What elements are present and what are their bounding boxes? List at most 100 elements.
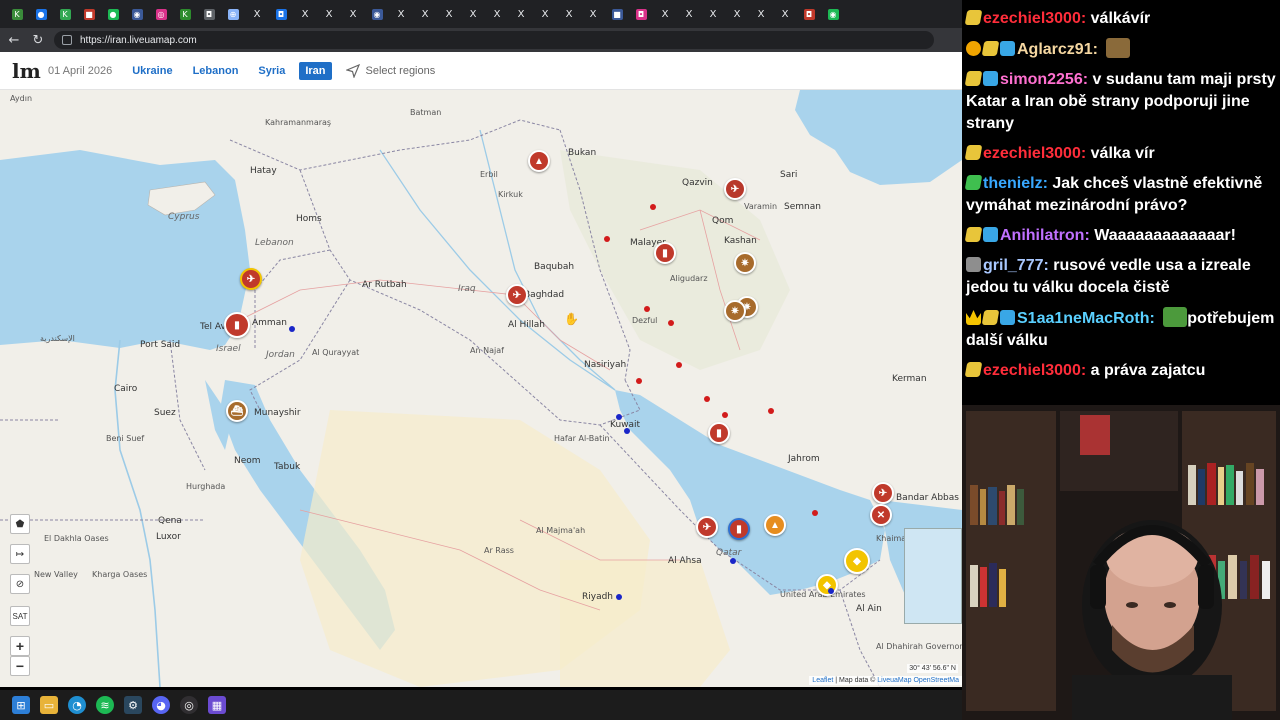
browser-tab[interactable]: X [318, 4, 340, 24]
event-dot[interactable] [768, 408, 774, 414]
chat-username[interactable]: ezechiel3000 [983, 145, 1081, 162]
one-badge-icon[interactable] [966, 41, 981, 56]
browser-tab[interactable]: ◘ [198, 4, 220, 24]
event-marker-alert[interactable]: ◆ [816, 574, 838, 596]
current-date[interactable]: 01 April 2026 [48, 65, 112, 77]
browser-tab[interactable]: X [438, 4, 460, 24]
browser-tab[interactable]: ◉ [126, 4, 148, 24]
attribution-leaflet[interactable]: Leaflet [812, 677, 833, 684]
browser-tab[interactable]: X [534, 4, 556, 24]
liveuamap-logo[interactable]: lm [12, 59, 42, 83]
cube-badge-icon[interactable] [1000, 310, 1015, 325]
chat-username[interactable]: simon2256 [1000, 71, 1083, 88]
browser-tab[interactable]: X [702, 4, 724, 24]
event-marker-drone[interactable]: ✕ [870, 504, 892, 526]
browser-tab[interactable]: K [54, 4, 76, 24]
nav-lebanon[interactable]: Lebanon [187, 62, 245, 80]
browser-tab[interactable]: ■ [78, 4, 100, 24]
cube-badge-icon[interactable] [983, 71, 998, 86]
browser-tab[interactable]: ● [102, 4, 124, 24]
browser-tab[interactable]: ◘ [630, 4, 652, 24]
gold-badge-icon[interactable] [964, 227, 983, 242]
browser-tab[interactable]: ■ [606, 4, 628, 24]
event-dot[interactable] [676, 362, 682, 368]
spotify-icon[interactable]: ≋ [96, 696, 114, 714]
zoom-in-button[interactable]: + [10, 636, 30, 656]
browser-tab[interactable]: ◘ [270, 4, 292, 24]
browser-tab[interactable]: X [774, 4, 796, 24]
nav-syria[interactable]: Syria [252, 62, 291, 80]
event-dot[interactable] [828, 588, 834, 594]
attribution-liveuamap[interactable]: LiveuaMap [877, 677, 911, 684]
browser-tab-strip[interactable]: K ● K ■ ● ◉ ◎ K ◘ ⊕ X ◘ X X X ◉ X X X X X X X X X ■ ◘ X X X X X X ◘ ◉ [0, 0, 962, 28]
event-marker-airstrike[interactable]: ✈ [724, 178, 746, 200]
gold-badge-icon[interactable] [981, 41, 1000, 56]
chat-username[interactable]: Aglarcz91 [1017, 41, 1093, 58]
chat-username[interactable]: thenielz [983, 175, 1043, 192]
browser-tab[interactable]: X [558, 4, 580, 24]
event-dot[interactable] [289, 326, 295, 332]
event-marker-missile[interactable]: ▮ [224, 312, 250, 338]
browser-tab[interactable]: X [342, 4, 364, 24]
event-dot[interactable] [668, 320, 674, 326]
browser-tab[interactable]: X [414, 4, 436, 24]
minimap[interactable] [904, 528, 962, 624]
event-dot[interactable] [604, 236, 610, 242]
browser-tab[interactable]: X [750, 4, 772, 24]
gold-badge-icon[interactable] [981, 310, 1000, 325]
event-marker-missile[interactable]: ▲ [528, 150, 550, 172]
crown-badge-icon[interactable] [966, 310, 981, 325]
chat-username[interactable]: ezechiel3000 [983, 10, 1081, 27]
event-dot[interactable] [616, 414, 622, 420]
browser-tab[interactable]: X [726, 4, 748, 24]
browser-tab[interactable]: X [462, 4, 484, 24]
measure-icon[interactable]: ↦ [10, 544, 30, 564]
event-marker-airstrike[interactable]: ✈ [506, 284, 528, 306]
browser-tab[interactable]: ◎ [150, 4, 172, 24]
select-regions-button[interactable]: Select regions [345, 63, 435, 78]
draw-polygon-icon[interactable]: ⬟ [10, 514, 30, 534]
browser-tab[interactable]: X [390, 4, 412, 24]
green-badge-icon[interactable] [964, 175, 983, 190]
event-marker-airstrike[interactable]: ✈ [240, 268, 262, 290]
browser-tab[interactable]: X [510, 4, 532, 24]
browser-tab[interactable]: ● [30, 4, 52, 24]
event-marker-fire[interactable]: ▲ [764, 514, 786, 536]
event-marker-alert[interactable]: ◆ [844, 548, 870, 574]
event-dot[interactable] [644, 306, 650, 312]
browser-tab[interactable]: ◉ [822, 4, 844, 24]
browser-tab[interactable]: X [654, 4, 676, 24]
plain-badge-icon[interactable] [966, 257, 981, 272]
event-dot[interactable] [812, 510, 818, 516]
site-info-icon[interactable] [62, 35, 72, 45]
browser-tab[interactable]: K [6, 4, 28, 24]
event-marker-missile[interactable]: ▮ [654, 242, 676, 264]
browser-tab[interactable]: X [294, 4, 316, 24]
browser-tab[interactable]: X [678, 4, 700, 24]
hide-layer-icon[interactable]: ⊘ [10, 574, 30, 594]
browser-tab[interactable]: ◘ [798, 4, 820, 24]
cube-badge-icon[interactable] [983, 227, 998, 242]
browser-tab[interactable]: ◉ [366, 4, 388, 24]
obs-icon[interactable]: ◎ [180, 696, 198, 714]
chat-username[interactable]: ezechiel3000 [983, 362, 1081, 379]
chat-username[interactable]: gril_777 [983, 257, 1043, 274]
event-dot[interactable] [722, 412, 728, 418]
browser-tab[interactable]: K [174, 4, 196, 24]
event-marker-missile[interactable]: ▮ [728, 518, 750, 540]
address-bar[interactable]: https://iran.liveuamap.com [54, 31, 934, 49]
event-dot[interactable] [730, 558, 736, 564]
steam-icon[interactable]: ⚙ [124, 696, 142, 714]
event-marker-explosion[interactable]: ✷ [724, 300, 746, 322]
zoom-out-button[interactable]: − [10, 656, 30, 676]
map-canvas[interactable]: Aydın Batman Kahramanmaraş Hatay Cyprus … [0, 90, 962, 687]
browser-tab[interactable]: X [486, 4, 508, 24]
event-marker-airstrike[interactable]: ✈ [696, 516, 718, 538]
event-dot[interactable] [624, 428, 630, 434]
browser-tab[interactable]: X [582, 4, 604, 24]
chat-username[interactable]: Anihilatron [1000, 227, 1084, 244]
nav-ukraine[interactable]: Ukraine [126, 62, 178, 80]
windows-icon[interactable]: ⊞ [12, 696, 30, 714]
satellite-toggle[interactable]: SAT [10, 606, 30, 626]
back-icon[interactable]: ← [6, 33, 22, 48]
